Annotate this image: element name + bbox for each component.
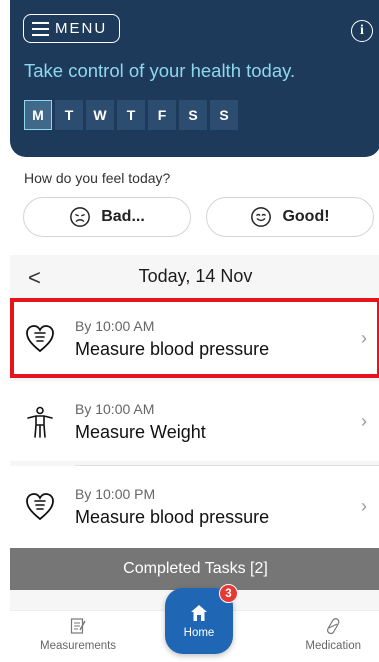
hamburger-icon	[32, 21, 49, 36]
task-title: Measure Weight	[75, 422, 206, 442]
heart-icon	[26, 493, 54, 521]
body-icon	[27, 406, 53, 438]
info-icon[interactable]: i	[351, 20, 373, 42]
tab-measurements-label: Measurements	[40, 640, 117, 652]
home-icon	[191, 605, 207, 621]
tab-medication-label: Medication	[305, 640, 361, 652]
mood-bad-button[interactable]: Bad...	[23, 197, 191, 237]
day-sunday[interactable]: S	[210, 100, 238, 130]
chevron-right-icon: ›	[361, 496, 367, 516]
day-saturday[interactable]: S	[179, 100, 207, 130]
day-friday[interactable]: F	[148, 100, 176, 130]
sad-face-icon	[70, 207, 91, 227]
pill-icon	[327, 618, 340, 635]
task-title: Measure blood pressure	[75, 339, 270, 359]
task-item[interactable]: By 10:00 AM Measure blood pressure ›	[10, 298, 379, 378]
day-tuesday[interactable]: T	[55, 100, 83, 130]
tab-medication[interactable]: Medication	[305, 617, 361, 652]
completed-tasks-bar[interactable]: Completed Tasks [2]	[10, 548, 379, 590]
task-time: By 10:00 AM	[75, 401, 155, 417]
task-list: < Today, 14 Nov By 10:00 AM Measure bloo…	[10, 255, 379, 546]
notepad-icon	[70, 618, 86, 634]
task-title: Measure blood pressure	[75, 507, 270, 527]
mood-question: How do you feel today?	[24, 170, 171, 186]
tagline: Take control of your health today.	[24, 60, 296, 81]
day-monday[interactable]: M	[24, 100, 52, 130]
task-item[interactable]: By 10:00 PM Measure blood pressure ›	[10, 466, 379, 546]
menu-label: MENU	[55, 20, 108, 37]
mood-good-label: Good!	[282, 208, 330, 225]
task-time: By 10:00 PM	[75, 486, 156, 502]
tab-home-label: Home	[183, 627, 215, 639]
chevron-right-icon: ›	[361, 411, 367, 431]
mood-good-button[interactable]: Good!	[206, 197, 374, 237]
chevron-right-icon: ›	[361, 328, 367, 348]
current-date: Today, 14 Nov	[138, 266, 253, 286]
date-navigator: < Today, 14 Nov	[10, 255, 379, 298]
task-item[interactable]: By 10:00 AM Measure Weight ›	[10, 381, 379, 461]
menu-button[interactable]: MENU	[23, 14, 120, 43]
day-thursday[interactable]: T	[117, 100, 145, 130]
day-wednesday[interactable]: W	[86, 100, 114, 130]
heart-icon	[26, 325, 54, 353]
task-time: By 10:00 AM	[75, 318, 155, 334]
mood-bad-label: Bad...	[101, 208, 145, 225]
tab-measurements[interactable]: Measurements	[40, 617, 116, 652]
happy-face-icon	[251, 207, 272, 227]
header: MENU i Take control of your health today…	[10, 0, 379, 157]
day-selector: M T W T F S S	[24, 100, 238, 130]
back-chevron-icon[interactable]: <	[28, 267, 41, 289]
home-notification-badge: 3	[219, 584, 238, 603]
